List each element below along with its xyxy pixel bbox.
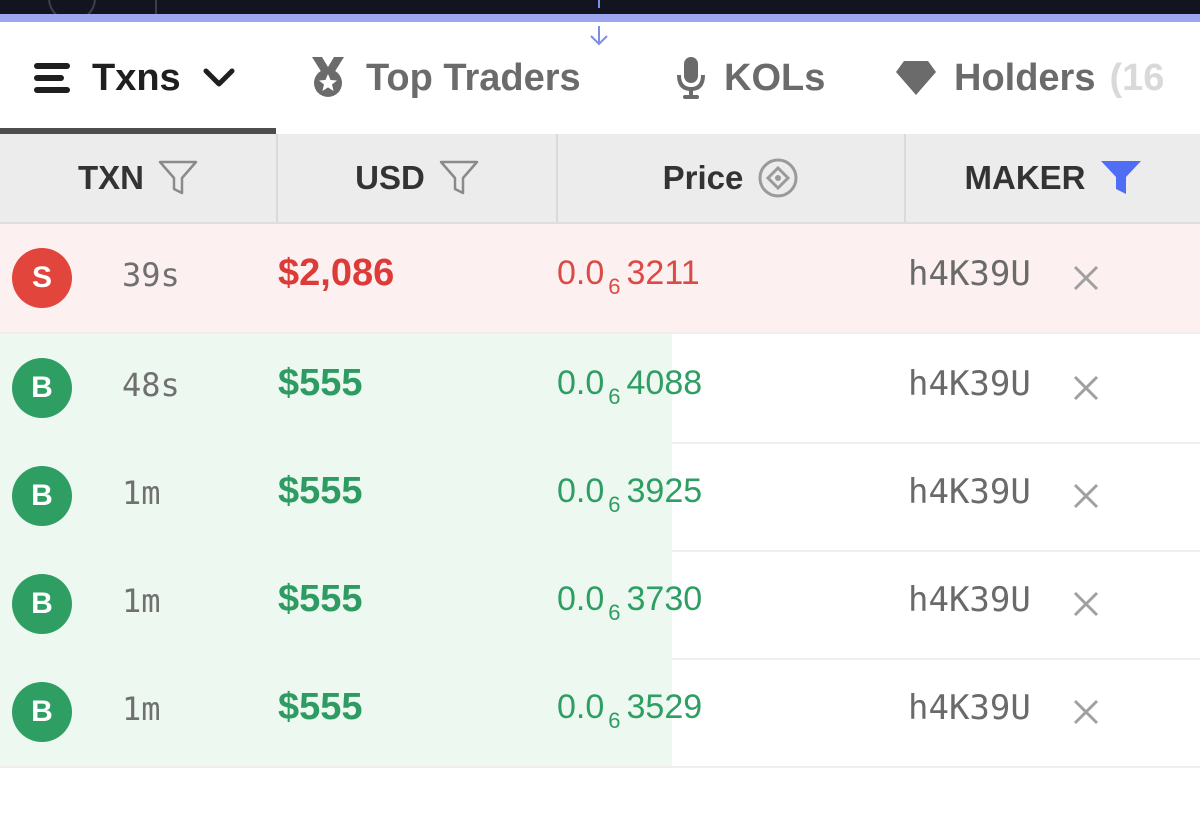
price-value: 0.0 6 3730	[557, 580, 703, 625]
maker-address[interactable]: h4K39U	[908, 254, 1031, 294]
header-maker-label: MAKER	[964, 159, 1086, 196]
price-zero-count: 6	[608, 274, 621, 299]
maker-address[interactable]: h4K39U	[908, 580, 1031, 620]
buy-badge: B	[12, 358, 72, 418]
price-prefix: 0.0	[557, 688, 605, 726]
tab-kols[interactable]: KOLs	[676, 22, 825, 134]
header-usd: USD	[278, 134, 556, 222]
price-zero-count: 6	[608, 600, 621, 625]
usd-value: $555	[278, 362, 363, 404]
maker-address[interactable]: h4K39U	[908, 364, 1031, 404]
price-toggle-icon[interactable]	[757, 157, 799, 199]
tab-top-traders-label: Top Traders	[366, 56, 581, 99]
table-row[interactable]: S 39s $2,086 0.0 6 3211 h4K39U	[0, 224, 1200, 334]
price-prefix: 0.0	[557, 364, 605, 402]
medal-icon	[308, 57, 348, 99]
table-header: TXN USD Price MAKER	[0, 134, 1200, 224]
usd-filter-icon[interactable]	[439, 160, 479, 196]
usd-value: $555	[278, 470, 363, 512]
usd-value: $2,086	[278, 252, 395, 294]
price-digits: 3211	[626, 254, 700, 292]
remove-filter-icon[interactable]	[1072, 590, 1100, 618]
price-prefix: 0.0	[557, 580, 605, 618]
table-row[interactable]: B 48s $555 0.0 6 4088 h4K39U	[0, 334, 1200, 444]
price-zero-count: 6	[608, 492, 621, 517]
price-digits: 3925	[626, 472, 703, 510]
holders-count: (16	[1109, 56, 1165, 99]
diamond-icon	[896, 61, 936, 95]
price-prefix: 0.0	[557, 472, 605, 510]
tab-txns-label: Txns	[92, 56, 181, 99]
table-row[interactable]: B 1m $555 0.0 6 3925 h4K39U	[0, 442, 1200, 552]
header-maker: MAKER	[906, 134, 1200, 222]
remove-filter-icon[interactable]	[1072, 698, 1100, 726]
header-usd-label: USD	[355, 159, 425, 196]
price-value: 0.0 6 4088	[557, 364, 703, 409]
tab-top-traders[interactable]: Top Traders	[308, 22, 581, 134]
txn-age: 1m	[122, 690, 161, 728]
price-zero-count: 6	[608, 384, 621, 409]
txn-age: 1m	[122, 474, 161, 512]
header-txn: TXN	[0, 134, 276, 222]
usd-value: $555	[278, 686, 363, 728]
tab-txns[interactable]: Txns	[34, 22, 235, 134]
buy-badge: B	[12, 682, 72, 742]
price-digits: 4088	[626, 364, 703, 402]
buy-badge: B	[12, 466, 72, 526]
tab-holders-label: Holders	[954, 56, 1096, 99]
table-row[interactable]: B 1m $555 0.0 6 3730 h4K39U	[0, 550, 1200, 660]
buy-badge: B	[12, 574, 72, 634]
header-price-label: Price	[662, 159, 744, 196]
price-value: 0.0 6 3211	[557, 254, 700, 299]
tab-kols-label: KOLs	[724, 56, 826, 99]
tab-holders[interactable]: Holders (16	[896, 22, 1164, 134]
remove-filter-icon[interactable]	[1072, 374, 1100, 402]
price-value: 0.0 6 3529	[557, 688, 703, 733]
table-row[interactable]: B 1m $555 0.0 6 3529 h4K39U	[0, 658, 1200, 768]
price-zero-count: 6	[608, 708, 621, 733]
tab-bar: Txns Top Traders KOLs Holders (16	[0, 22, 1200, 134]
maker-address[interactable]: h4K39U	[908, 472, 1031, 512]
microphone-icon	[676, 57, 706, 99]
maker-address[interactable]: h4K39U	[908, 688, 1031, 728]
txn-age: 48s	[122, 366, 180, 404]
remove-filter-icon[interactable]	[1072, 482, 1100, 510]
chevron-down-icon[interactable]	[203, 68, 235, 88]
price-prefix: 0.0	[557, 254, 605, 292]
sell-badge: S	[12, 248, 72, 308]
txn-age: 1m	[122, 582, 161, 620]
header-price: Price	[558, 134, 904, 222]
price-digits: 3529	[626, 688, 703, 726]
list-icon	[34, 61, 74, 95]
remove-filter-icon[interactable]	[1072, 264, 1100, 292]
top-bar-divider	[155, 0, 157, 14]
header-txn-label: TXN	[78, 159, 144, 196]
maker-filter-active-icon[interactable]	[1100, 160, 1142, 196]
price-value: 0.0 6 3925	[557, 472, 703, 517]
txn-age: 39s	[122, 256, 180, 294]
price-digits: 3730	[626, 580, 703, 618]
txn-filter-icon[interactable]	[158, 160, 198, 196]
usd-value: $555	[278, 578, 363, 620]
